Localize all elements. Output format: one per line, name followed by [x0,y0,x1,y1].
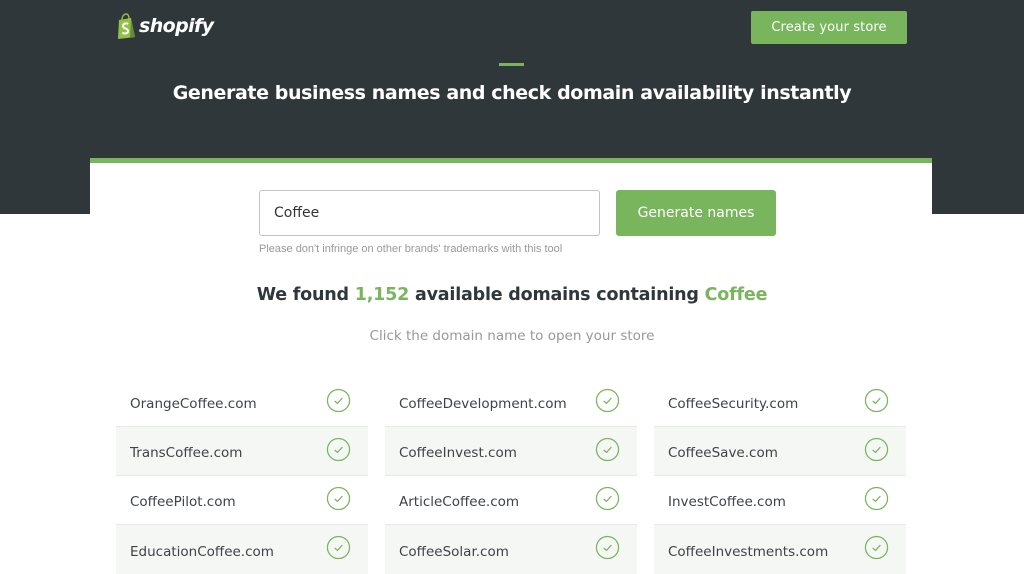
check-circle-icon [864,486,889,510]
check-circle-icon [326,388,351,412]
domain-list-item[interactable]: ArticleCoffee.com [385,476,637,525]
domain-list-item[interactable]: CoffeeSave.com [654,427,906,476]
results-subheading: Click the domain name to open your store [369,328,655,344]
domain-name: EducationCoffee.com [130,543,274,560]
domain-name: CoffeeInvestments.com [668,543,829,560]
results-count: 1,152 [354,285,410,305]
check-circle-icon [326,437,351,461]
accent-divider [499,63,524,66]
domain-name: CoffeeSecurity.com [668,396,799,412]
results-heading: We found 1,152 available domains contain… [0,285,1024,305]
business-keyword-input[interactable] [259,190,600,236]
check-circle-icon [595,486,620,510]
domain-name: CoffeeDevelopment.com [399,396,567,412]
create-store-button[interactable]: Create your store [751,11,907,44]
domain-name: ArticleCoffee.com [399,494,520,510]
domain-list-item[interactable]: CoffeeInvestments.com [654,525,906,574]
domain-name: InvestCoffee.com [668,494,786,510]
results-keyword: Coffee [704,285,768,305]
domain-list-item[interactable]: CoffeeSolar.com [385,525,637,574]
heading-middle: available domains containing [409,285,705,305]
heading-prefix: We found [256,285,355,305]
logo-wordmark: shopify [139,15,214,37]
domain-list-item[interactable]: CoffeeInvest.com [385,427,637,476]
page-title: Generate business names and check domain… [172,82,852,104]
trademark-disclaimer: Please don't infringe on other brands' t… [259,243,563,255]
shopify-logo[interactable]: shopify [116,12,214,40]
check-circle-icon [326,486,351,510]
check-circle-icon [595,535,620,560]
domain-column-1: OrangeCoffee.com TransCoffee.com CoffeeP… [116,378,368,574]
domain-list-item[interactable]: TransCoffee.com [116,427,368,476]
check-circle-icon [864,535,889,560]
check-circle-icon [864,388,889,412]
check-circle-icon [864,437,889,461]
domain-list-item[interactable]: InvestCoffee.com [654,476,906,525]
domain-name: CoffeePilot.com [130,494,236,510]
domain-name: CoffeeInvest.com [399,445,517,461]
check-circle-icon [326,535,351,560]
domain-name: CoffeeSave.com [668,445,778,461]
domain-column-2: CoffeeDevelopment.com CoffeeInvest.com A… [385,378,637,574]
shopping-bag-icon [118,13,135,39]
domain-column-3: CoffeeSecurity.com CoffeeSave.com Invest… [654,378,906,574]
check-circle-icon [595,388,620,412]
check-circle-icon [595,437,620,461]
generate-names-button[interactable]: Generate names [616,190,776,236]
domain-list-item[interactable]: CoffeePilot.com [116,476,368,525]
domain-name: OrangeCoffee.com [130,396,257,412]
domain-name: TransCoffee.com [130,445,243,461]
domain-list-item[interactable]: OrangeCoffee.com [116,378,368,427]
domain-list-item[interactable]: EducationCoffee.com [116,525,368,574]
domain-list-item[interactable]: CoffeeDevelopment.com [385,378,637,427]
domain-name: CoffeeSolar.com [399,543,509,560]
domain-list-item[interactable]: CoffeeSecurity.com [654,378,906,427]
